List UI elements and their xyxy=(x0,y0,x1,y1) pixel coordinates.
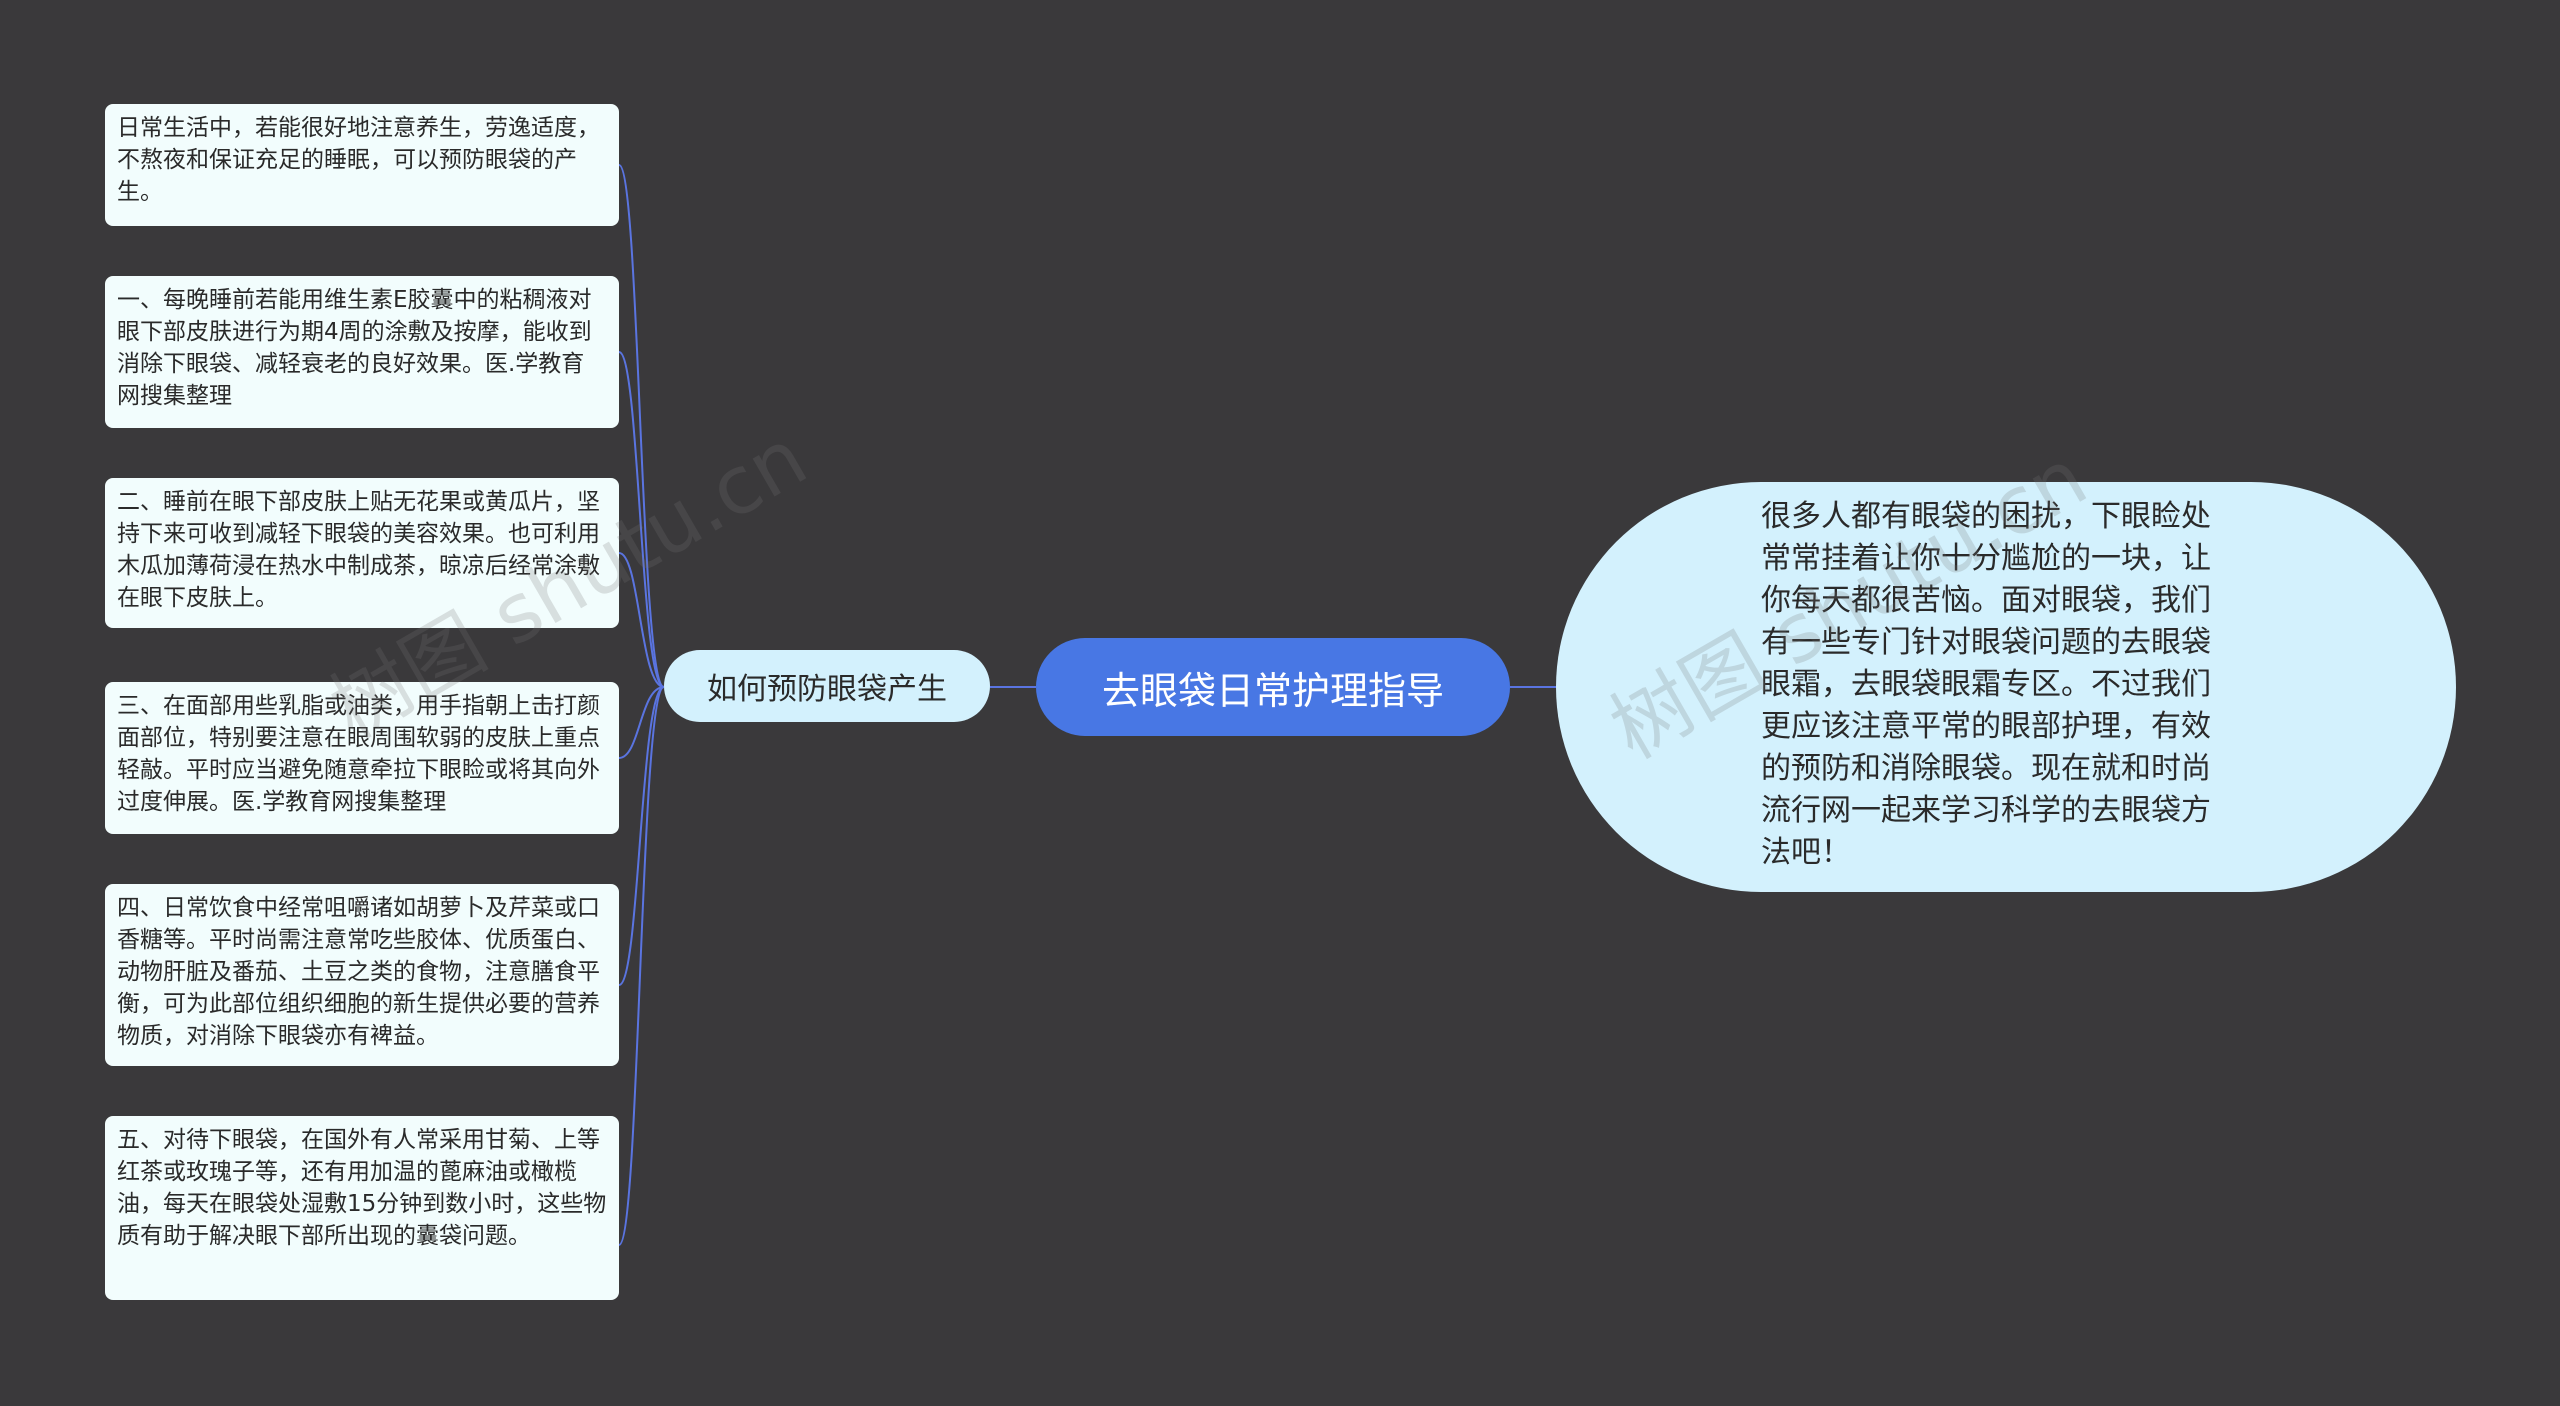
branch-label: 如何预防眼袋产生 xyxy=(707,672,947,707)
leaf-node-5[interactable]: 四、日常饮食中经常咀嚼诸如胡萝卜及芹菜或口香糖等。平时尚需注意常吃些胶体、优质蛋… xyxy=(105,884,619,1066)
branch-to-leaf-2-link xyxy=(618,351,665,688)
leaf-node-2[interactable]: 一、每晚睡前若能用维生素E胶囊中的粘稠液对眼下部皮肤进行为期4周的涂敷及按摩，能… xyxy=(105,276,619,428)
leaf-node-3[interactable]: 二、睡前在眼下部皮肤上贴无花果或黄瓜片，坚持下来可收到减轻下眼袋的美容效果。也可… xyxy=(105,478,619,628)
leaf-node-1[interactable]: 日常生活中，若能很好地注意养生，劳逸适度，不熬夜和保证充足的睡眠，可以预防眼袋的… xyxy=(105,104,619,226)
root-node[interactable]: 去眼袋日常护理指导 xyxy=(1036,638,1510,736)
root-label: 去眼袋日常护理指导 xyxy=(1101,668,1444,713)
branch-to-leaf-6-link xyxy=(618,686,665,1246)
intro-node[interactable]: 很多人都有眼袋的困扰，下眼睑处常常挂着让你十分尴尬的一块，让你每天都很苦恼。面对… xyxy=(1556,482,2456,892)
intro-text: 很多人都有眼袋的困扰，下眼睑处常常挂着让你十分尴尬的一块，让你每天都很苦恼。面对… xyxy=(1761,499,2211,870)
leaf-node-4[interactable]: 三、在面部用些乳脂或油类，用手指朝上击打颜面部位，特别要注意在眼周围软弱的皮肤上… xyxy=(105,682,619,834)
leaf-node-6[interactable]: 五、对待下眼袋，在国外有人常采用甘菊、上等红茶或玫瑰子等，还有用加温的蓖麻油或橄… xyxy=(105,1116,619,1300)
branch-node[interactable]: 如何预防眼袋产生 xyxy=(664,650,990,722)
branch-to-leaf-1-link xyxy=(618,164,665,688)
